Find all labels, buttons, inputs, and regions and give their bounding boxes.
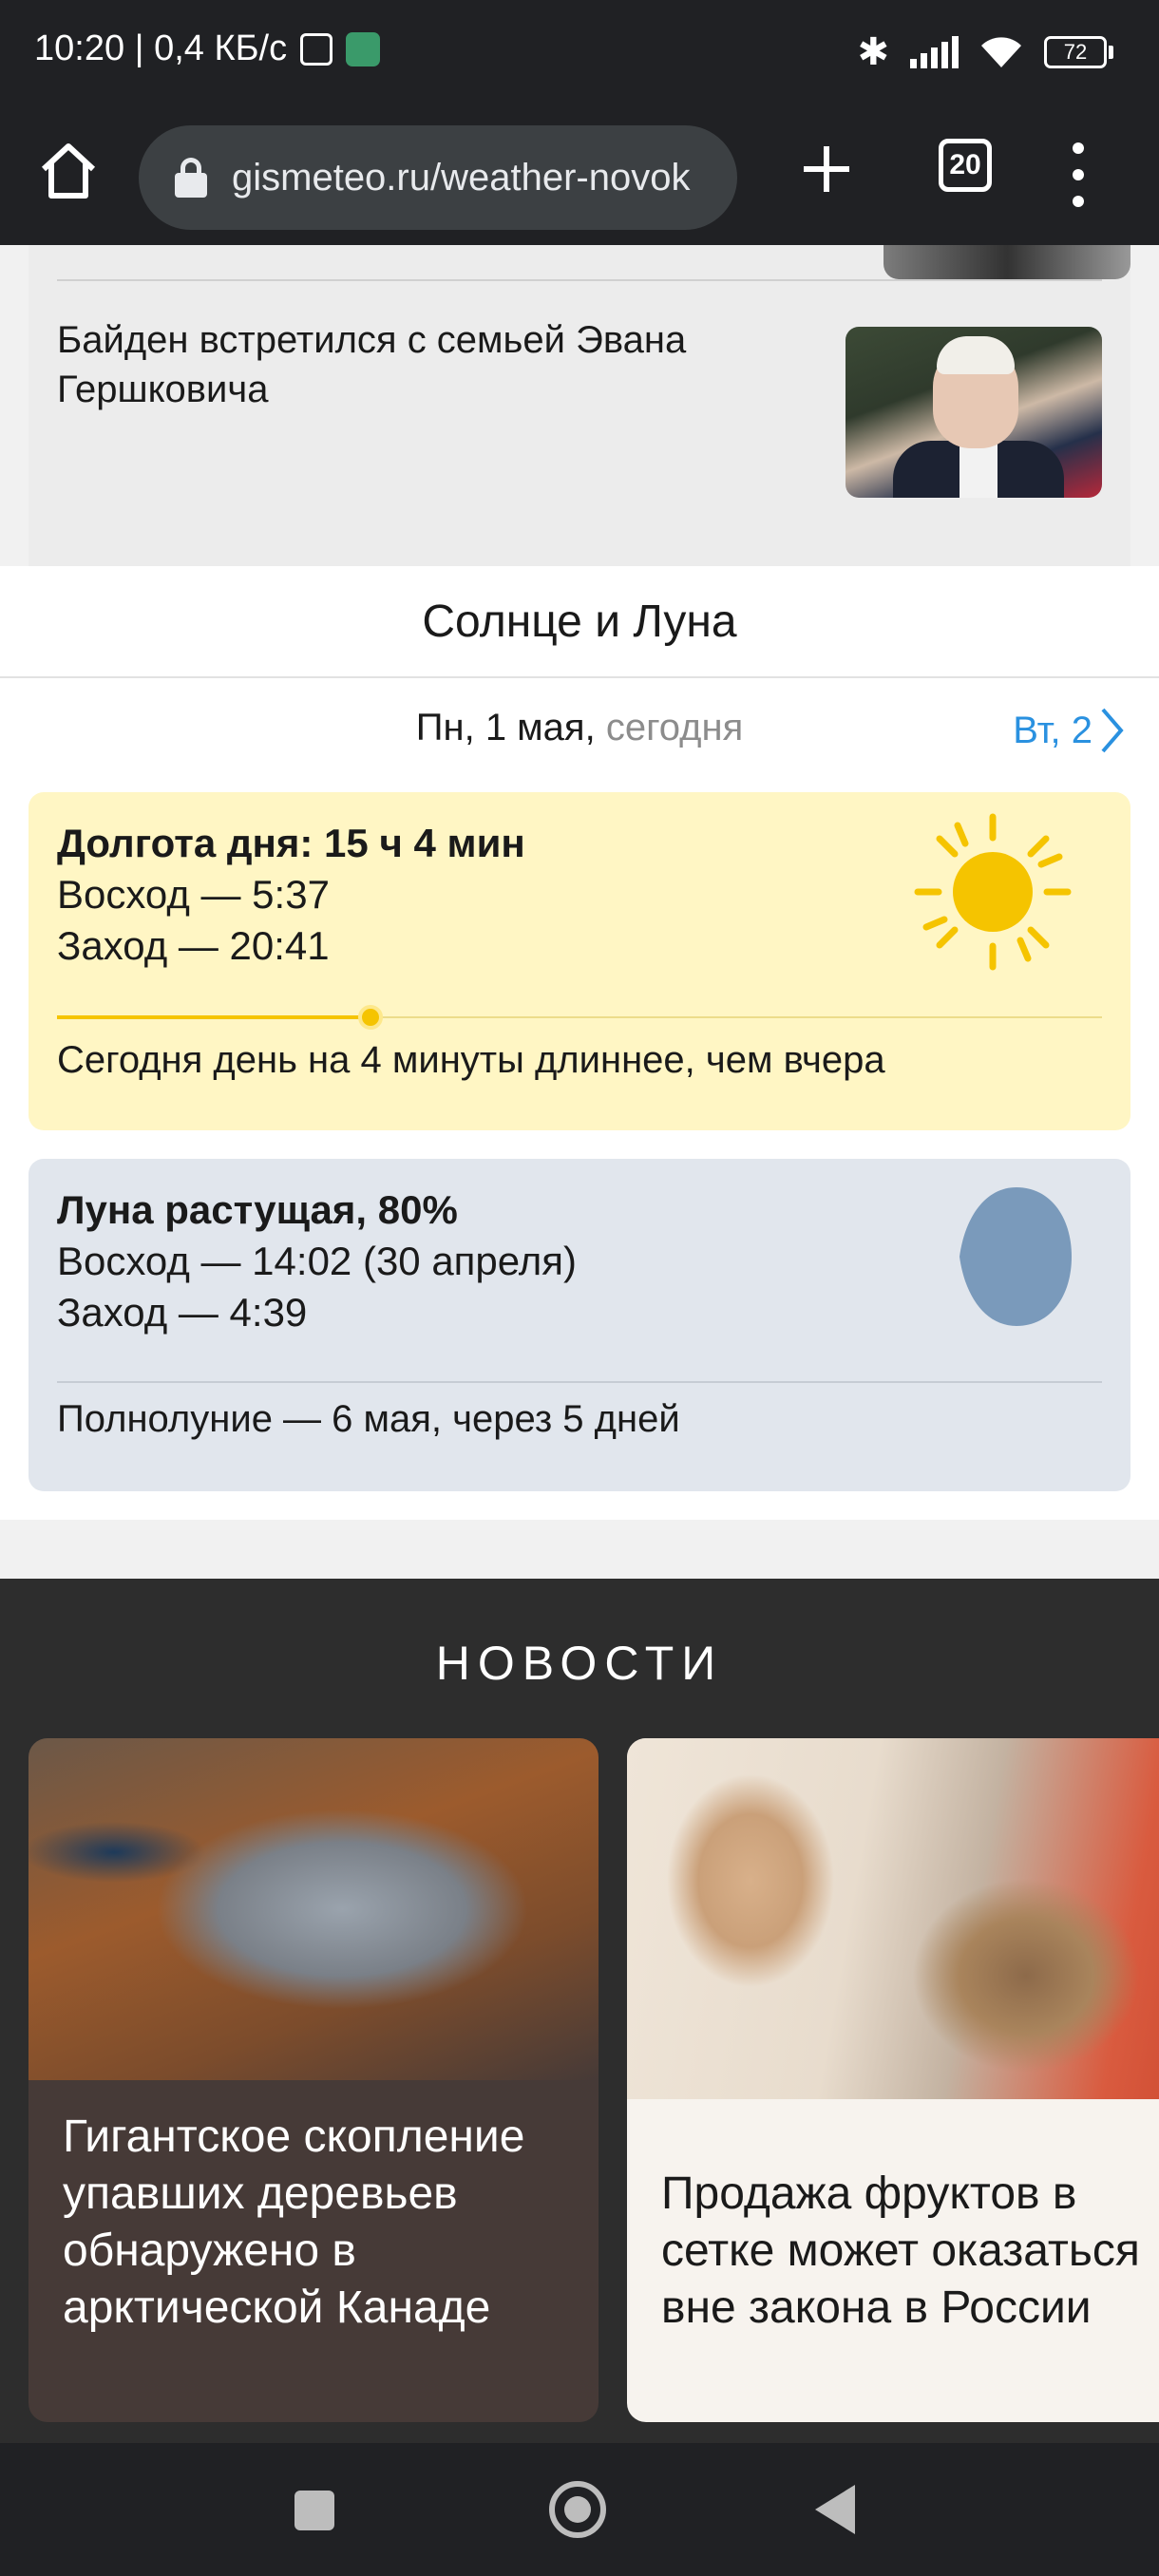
moon-card: Луна растущая, 80% Восход — 14:02 (30 ап… [28, 1159, 1130, 1491]
tab-count: 20 [949, 149, 981, 180]
battery-icon: 72 [1044, 36, 1113, 68]
news-tile-title: Гигантское скопление упавших деревьев об… [63, 2112, 525, 2333]
news-headline-link[interactable]: Байден встретился с семьей Эвана Гершков… [57, 315, 798, 414]
next-day-label: Вт, 2 [1013, 709, 1092, 751]
news-tile[interactable]: Гигантское скопление упавших деревьев об… [28, 1738, 598, 2422]
section-title: Солнце и Луна [0, 566, 1159, 678]
moonset: Заход — 4:39 [57, 1290, 308, 1335]
divider [57, 1381, 1102, 1383]
news-tile[interactable]: Продажа фруктов в сетке может оказаться … [627, 1738, 1159, 2422]
app-icon [346, 31, 381, 66]
home-nav-icon[interactable] [549, 2481, 606, 2538]
news-image [627, 1738, 1159, 2099]
news-section: НОВОСТИ Гигантское скопление упавших дер… [0, 1579, 1159, 2443]
back-icon[interactable] [815, 2485, 855, 2534]
sunset: Заход — 20:41 [57, 923, 330, 968]
battery-level: 72 [1044, 36, 1107, 68]
sun-card: Долгота дня: 15 ч 4 мин Восход — 5:37 За… [28, 792, 1130, 1130]
lock-icon [175, 158, 207, 198]
news-image [28, 1738, 598, 2080]
day-progress-bar [57, 1015, 370, 1019]
sun-icon [914, 813, 1072, 971]
address-bar[interactable]: gismeteo.ru/weather-novok [139, 125, 737, 230]
system-nav-bar [0, 2443, 1159, 2576]
news-tile-title: Продажа фруктов в сетке может оказаться … [661, 2169, 1140, 2333]
moon-icon [960, 1187, 1072, 1326]
url-text: gismeteo.ru/weather-novok [232, 156, 691, 199]
browser-toolbar: gismeteo.ru/weather-novok 20 [0, 104, 1159, 245]
date-label: Пн, 1 мая, [415, 707, 596, 748]
date-row: Пн, 1 мая, сегодня Вт, 2 [0, 707, 1159, 764]
tabs-icon[interactable]: 20 [939, 139, 992, 192]
day-progress-marker [358, 1005, 383, 1030]
day-length-note: Сегодня день на 4 минуты длиннее, чем вч… [57, 1039, 885, 1081]
date-today-label: сегодня [605, 707, 744, 748]
plus-icon[interactable] [798, 141, 855, 198]
full-moon-note: Полнолуние — 6 мая, через 5 дней [57, 1398, 680, 1440]
divider [57, 279, 1102, 281]
chevron-right-icon [1101, 708, 1124, 753]
moonrise: Восход — 14:02 (30 апреля) [57, 1239, 577, 1283]
menu-icon[interactable] [1064, 137, 1092, 213]
bluetooth-icon: ✱ [857, 31, 889, 73]
moon-phase: Луна растущая, 80% [57, 1187, 458, 1232]
news-heading: НОВОСТИ [435, 1637, 724, 1690]
status-right: ✱ 72 [857, 30, 1113, 74]
day-length: Долгота дня: 15 ч 4 мин [57, 821, 525, 865]
sunrise: Восход — 5:37 [57, 872, 330, 917]
status-left: 10:20 | 0,4 КБ/с [34, 28, 381, 69]
wifi-icon [979, 36, 1023, 68]
nfc-icon [300, 32, 333, 66]
next-day-link[interactable]: Вт, 2 [1013, 707, 1125, 754]
recents-icon[interactable] [294, 2491, 334, 2530]
previous-news-thumbnail[interactable] [884, 245, 1130, 279]
status-bar: 10:20 | 0,4 КБ/с ✱ 72 [0, 0, 1159, 104]
news-thumbnail[interactable] [846, 327, 1102, 498]
home-icon[interactable] [34, 137, 103, 205]
signal-icon [910, 36, 959, 68]
sun-moon-section: Солнце и Луна Пн, 1 мая, сегодня Вт, 2 Д… [0, 566, 1159, 1520]
current-date: Пн, 1 мая, сегодня [0, 707, 1159, 749]
page-content: Байден встретился с семьей Эвана Гершков… [0, 245, 1159, 2443]
status-time-speed: 10:20 | 0,4 КБ/с [34, 28, 288, 68]
